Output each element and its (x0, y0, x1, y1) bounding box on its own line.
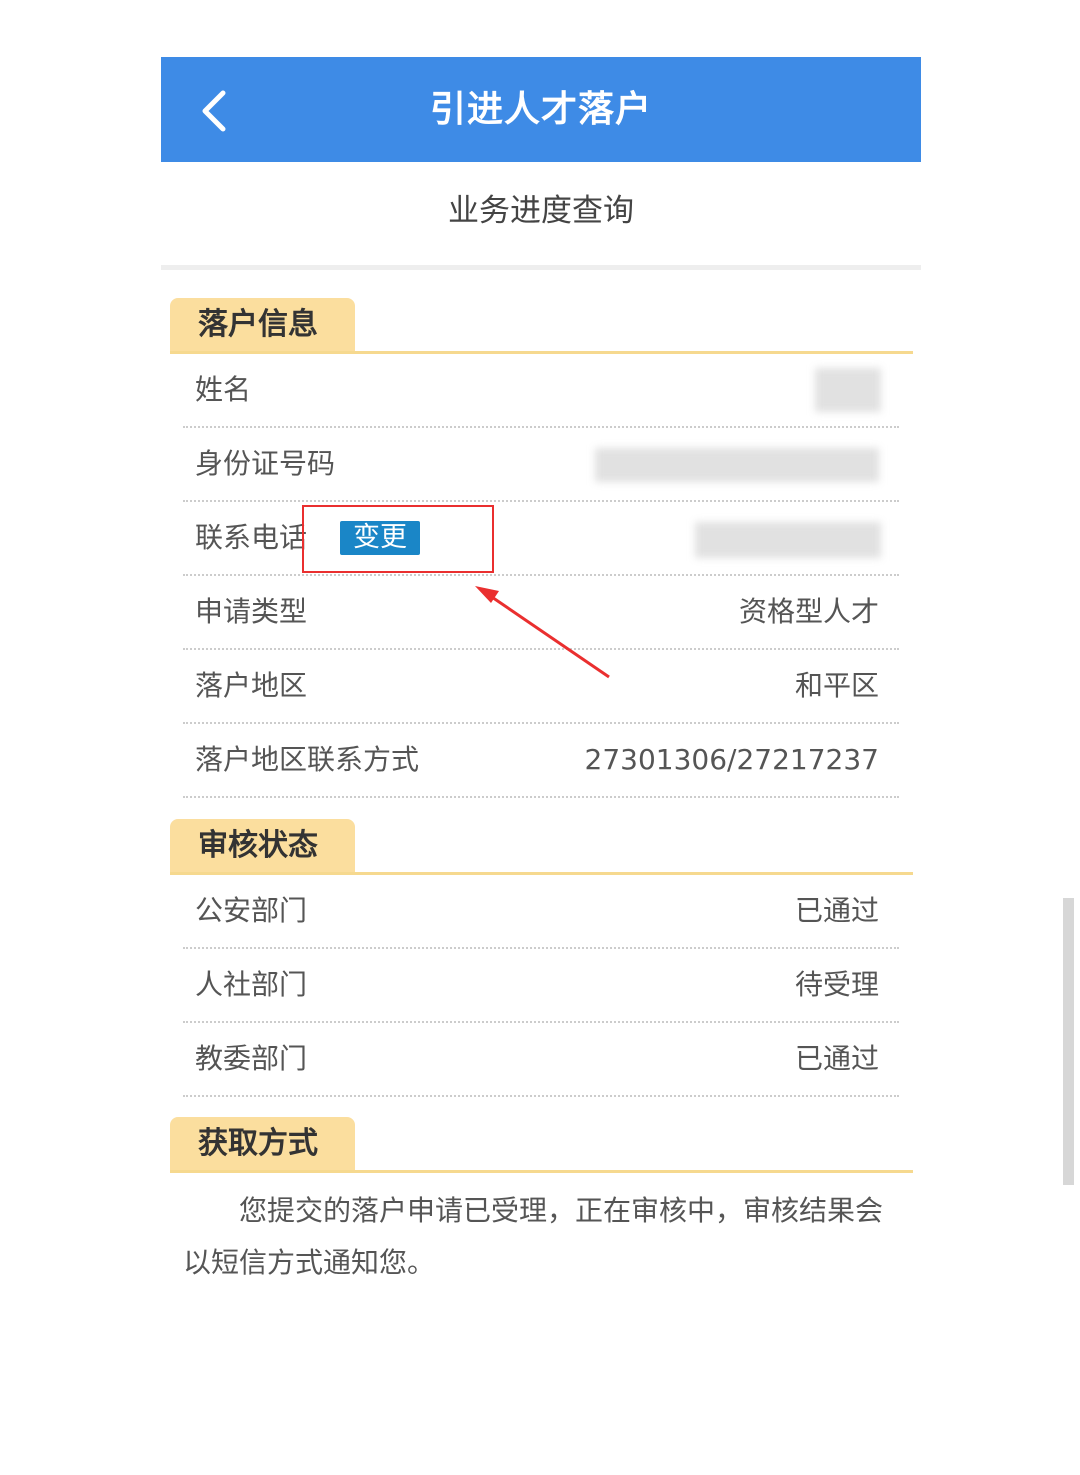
subtitle-divider (161, 265, 921, 270)
row-label: 姓名 (195, 373, 252, 406)
section-title-settle-info: 落户信息 (170, 298, 355, 352)
status-row-education: 教委部门 已通过 (183, 1023, 899, 1097)
info-row-apply-type: 申请类型 资格型人才 (183, 576, 899, 650)
info-row-settle-area: 落户地区 和平区 (183, 650, 899, 724)
row-value: 资格型人才 (738, 595, 879, 628)
section-title-review-status: 审核状态 (170, 819, 355, 873)
app-header: 引进人才落户 (161, 57, 921, 162)
notice-text: 您提交的落户申请已受理，正在审核中，审核结果会以短信方式通知您。 (183, 1194, 884, 1279)
status-value: 待受理 (794, 968, 879, 1001)
phone-screen: 引进人才落户 业务进度查询 落户信息 姓名 身份证号码 联系电话 变更 申请类型… (161, 57, 921, 1357)
row-label: 落户地区联系方式 (195, 743, 420, 776)
section-divider (170, 1170, 913, 1173)
status-row-police: 公安部门 已通过 (183, 875, 899, 949)
row-label: 联系电话 (195, 521, 308, 554)
redacted-name (815, 368, 881, 412)
annotation-highlight-box (302, 505, 494, 573)
row-label: 申请类型 (195, 595, 308, 628)
info-row-phone: 联系电话 变更 (183, 502, 899, 576)
row-label: 教委部门 (195, 1042, 308, 1075)
status-value: 已通过 (794, 1042, 879, 1075)
info-row-id-number: 身份证号码 (183, 428, 899, 502)
redacted-id-number (595, 448, 879, 482)
section-title-acquire-method: 获取方式 (170, 1117, 355, 1171)
row-value: 27301306/27217237 (584, 743, 879, 776)
app-title: 引进人才落户 (429, 89, 652, 130)
info-row-name: 姓名 (183, 354, 899, 428)
scrollbar[interactable] (1063, 898, 1074, 1185)
row-value: 和平区 (794, 669, 879, 702)
page-subtitle: 业务进度查询 (448, 193, 634, 229)
status-value: 已通过 (794, 894, 879, 927)
row-label: 落户地区 (195, 669, 308, 702)
status-row-hr: 人社部门 待受理 (183, 949, 899, 1023)
row-label: 身份证号码 (195, 447, 336, 480)
row-label: 人社部门 (195, 968, 308, 1001)
row-label: 公安部门 (195, 894, 308, 927)
info-row-area-contact: 落户地区联系方式 27301306/27217237 (183, 724, 899, 798)
redacted-phone (695, 522, 881, 558)
